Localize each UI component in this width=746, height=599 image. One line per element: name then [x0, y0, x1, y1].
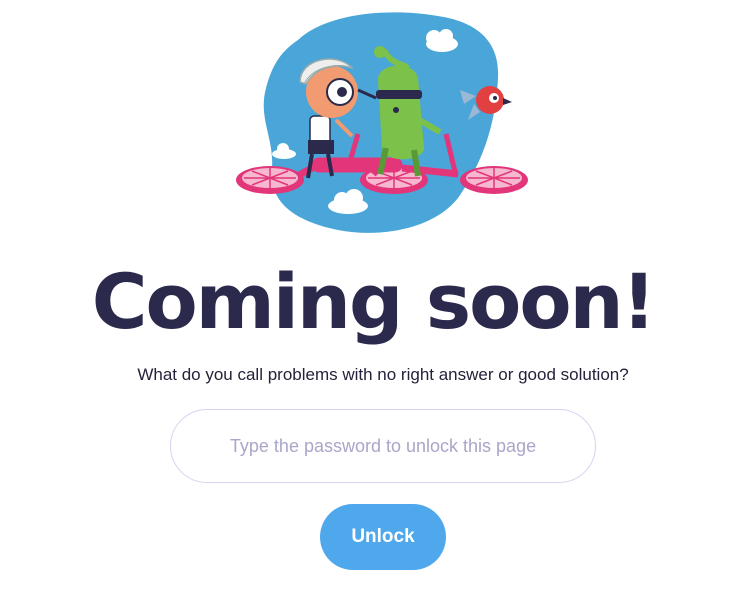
bike-wheel-right	[460, 166, 528, 194]
riddle-question: What do you call problems with no right …	[137, 365, 629, 384]
page: Coming soon! What do you call problems w…	[0, 0, 746, 599]
page-title: Coming soon!	[91, 257, 657, 346]
hero-illustration	[236, 12, 528, 233]
unlock-button[interactable]: Unlock	[320, 504, 446, 570]
bike-wheel-left	[236, 166, 304, 194]
password-input[interactable]	[170, 409, 596, 483]
